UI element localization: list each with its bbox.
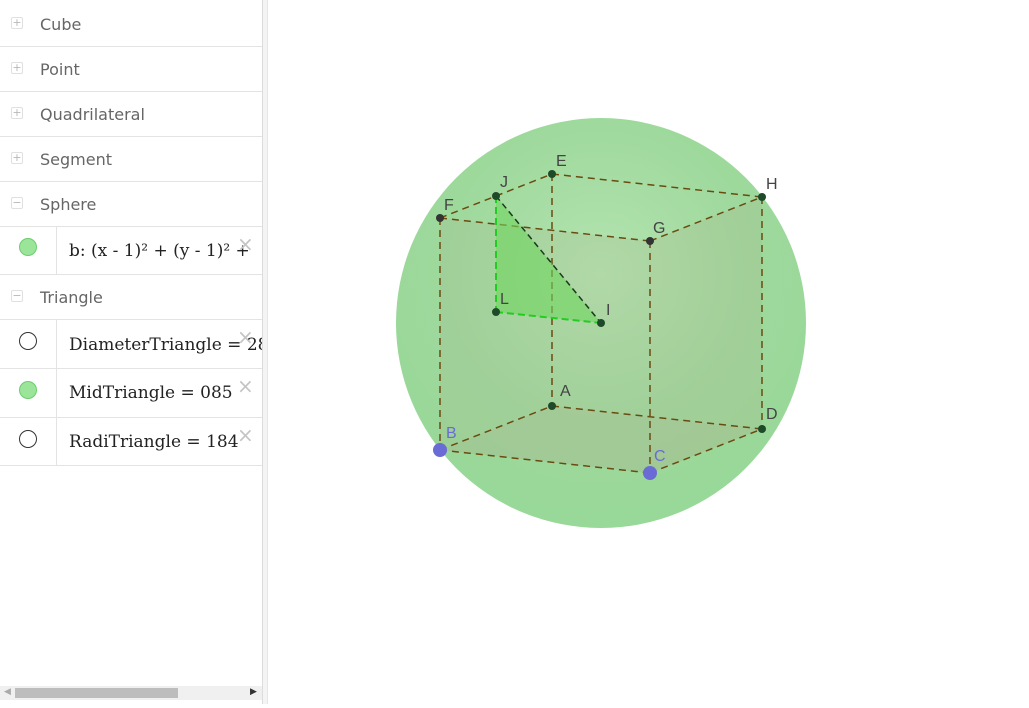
group-point[interactable]: + Point xyxy=(0,47,262,92)
algebra-item-sphere-b[interactable]: b: (x - 1)² + (y - 1)² + × xyxy=(0,226,262,275)
group-label: Point xyxy=(40,60,80,79)
group-label: Sphere xyxy=(40,195,97,214)
point-label-a: A xyxy=(560,383,571,400)
algebra-item-midtriangle[interactable]: MidTriangle = 085 × xyxy=(0,369,262,418)
visibility-toggle[interactable] xyxy=(19,430,37,448)
item-definition[interactable]: RadiTriangle = 184 xyxy=(69,432,239,452)
visibility-toggle[interactable] xyxy=(19,238,37,256)
algebra-item-diametertriangle[interactable]: DiameterTriangle = 28 × xyxy=(0,320,262,369)
item-definition[interactable]: DiameterTriangle = 28 xyxy=(69,335,262,355)
expand-icon[interactable]: + xyxy=(11,152,23,164)
point-label-g: G xyxy=(653,220,665,237)
point-e[interactable] xyxy=(548,170,556,178)
graphics-3d-view[interactable]: A B C D E F G H I J L xyxy=(268,0,1029,704)
visibility-cell xyxy=(0,226,57,274)
group-sphere[interactable]: − Sphere xyxy=(0,182,262,227)
group-segment[interactable]: + Segment xyxy=(0,137,262,182)
point-j[interactable] xyxy=(492,192,500,200)
collapse-icon[interactable]: − xyxy=(11,290,23,302)
group-label: Segment xyxy=(40,150,112,169)
visibility-cell xyxy=(0,418,57,465)
group-triangle[interactable]: − Triangle xyxy=(0,275,262,320)
scroll-right-icon[interactable]: ▶ xyxy=(250,687,257,697)
point-l[interactable] xyxy=(492,308,500,316)
point-label-c: C xyxy=(654,448,666,465)
algebra-item-raditriangle[interactable]: RadiTriangle = 184 × xyxy=(0,418,262,466)
delete-icon[interactable]: × xyxy=(237,423,254,447)
delete-icon[interactable]: × xyxy=(237,232,254,256)
group-quadrilateral[interactable]: + Quadrilateral xyxy=(0,92,262,137)
point-i[interactable] xyxy=(597,319,605,327)
point-label-j: J xyxy=(500,174,508,191)
expand-icon[interactable]: + xyxy=(11,107,23,119)
point-label-i: I xyxy=(606,302,610,319)
group-label: Cube xyxy=(40,15,82,34)
visibility-toggle[interactable] xyxy=(19,381,37,399)
point-label-h: H xyxy=(766,176,778,193)
visibility-cell xyxy=(0,320,57,368)
visibility-cell xyxy=(0,369,57,417)
delete-icon[interactable]: × xyxy=(237,374,254,398)
scroll-left-icon[interactable]: ◀ xyxy=(4,687,11,697)
point-label-d: D xyxy=(766,406,778,423)
item-definition[interactable]: b: (x - 1)² + (y - 1)² + xyxy=(69,241,250,261)
point-f[interactable] xyxy=(436,214,444,222)
item-definition[interactable]: MidTriangle = 085 xyxy=(69,383,233,403)
algebra-view: + Cube + Point + Quadrilateral + Segment… xyxy=(0,0,262,704)
expand-icon[interactable]: + xyxy=(11,62,23,74)
collapse-icon[interactable]: − xyxy=(11,197,23,209)
group-label: Triangle xyxy=(40,288,103,307)
horizontal-scrollbar[interactable]: ◀ ▶ xyxy=(0,686,262,700)
point-d[interactable] xyxy=(758,425,766,433)
expand-icon[interactable]: + xyxy=(11,17,23,29)
point-label-e: E xyxy=(556,153,567,170)
point-label-l: L xyxy=(500,291,509,308)
point-label-b: B xyxy=(446,425,457,442)
group-label: Quadrilateral xyxy=(40,105,145,124)
scrollbar-thumb[interactable] xyxy=(15,688,178,698)
visibility-toggle[interactable] xyxy=(19,332,37,350)
delete-icon[interactable]: × xyxy=(237,325,254,349)
point-b[interactable] xyxy=(433,443,447,457)
point-c[interactable] xyxy=(643,466,657,480)
point-g[interactable] xyxy=(646,237,654,245)
graphics-canvas[interactable]: A B C D E F G H I J L xyxy=(268,0,1029,704)
point-a[interactable] xyxy=(548,402,556,410)
point-label-f: F xyxy=(444,197,454,214)
group-cube[interactable]: + Cube xyxy=(0,2,262,47)
point-h[interactable] xyxy=(758,193,766,201)
